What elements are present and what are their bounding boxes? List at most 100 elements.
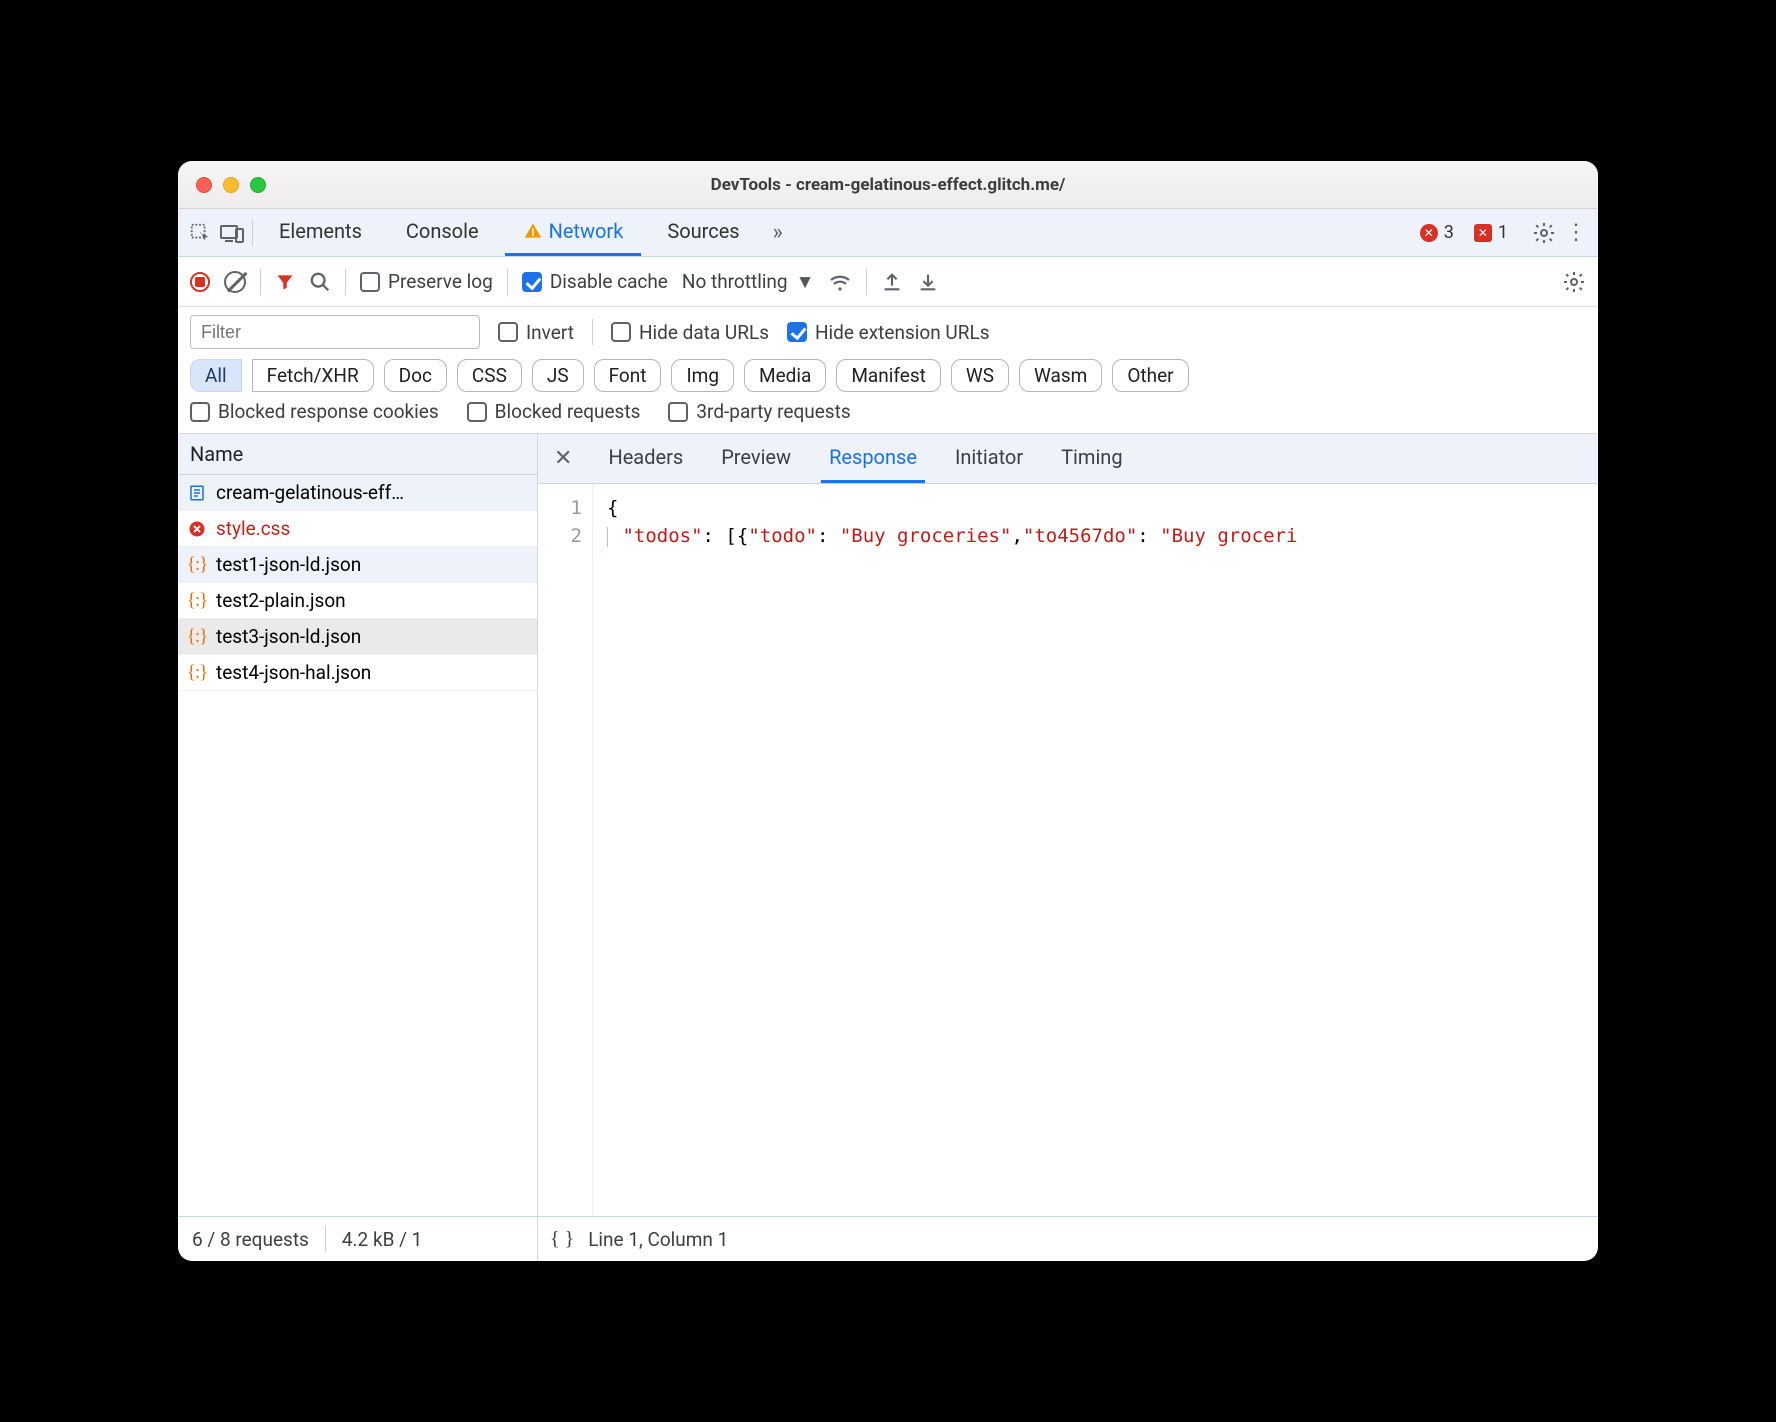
type-pill-js[interactable]: JS — [532, 359, 584, 392]
minimize-window[interactable] — [223, 177, 239, 193]
invert-toggle[interactable]: Invert — [498, 321, 574, 344]
type-pill-fetch[interactable]: Fetch/XHR — [252, 359, 374, 392]
error-count[interactable]: ✕ 3 — [1414, 222, 1460, 243]
type-pill-css[interactable]: CSS — [457, 359, 522, 392]
detail-tab-initiator[interactable]: Initiator — [947, 434, 1031, 483]
request-row[interactable]: {:}test2-plain.json — [178, 583, 537, 619]
request-row[interactable]: style.css — [178, 511, 537, 547]
line-gutter: 1 2 — [538, 484, 593, 1216]
preserve-log-toggle[interactable]: Preserve log — [360, 270, 493, 293]
search-icon[interactable] — [309, 271, 331, 293]
settings-icon[interactable] — [1532, 221, 1556, 245]
close-window[interactable] — [196, 177, 212, 193]
issue-number: 1 — [1498, 222, 1508, 243]
status-bar: 6 / 8 requests 4.2 kB / 1 { } Line 1, Co… — [178, 1216, 1598, 1261]
hide-extension-urls-toggle[interactable]: Hide extension URLs — [787, 321, 990, 344]
resource-type-row: All Fetch/XHR Doc CSS JS Font Img Media … — [178, 355, 1598, 400]
device-toggle-icon[interactable] — [220, 221, 244, 245]
throttling-value: No throttling — [682, 270, 788, 293]
tab-label: Sources — [667, 219, 739, 243]
request-list-panel: Name cream-gelatinous-eff…style.css{:}te… — [178, 434, 538, 1216]
chevron-down-icon: ▼ — [796, 270, 815, 294]
type-pill-other[interactable]: Other — [1112, 359, 1188, 392]
json-icon: {:} — [188, 664, 206, 682]
line-number: 1 — [538, 494, 582, 522]
type-pill-wasm[interactable]: Wasm — [1019, 359, 1102, 392]
code-token: : — [817, 525, 840, 547]
inspect-icon[interactable] — [188, 221, 212, 245]
type-pill-media[interactable]: Media — [744, 359, 826, 392]
detail-tab-headers[interactable]: Headers — [600, 434, 691, 483]
code-token: "Buy groceries" — [840, 525, 1012, 547]
throttling-select[interactable]: No throttling ▼ — [682, 270, 815, 294]
detail-tab-response[interactable]: Response — [821, 434, 925, 483]
type-pill-img[interactable]: Img — [671, 359, 734, 392]
record-button[interactable] — [190, 272, 210, 292]
request-row[interactable]: {:}test3-json-ld.json — [178, 619, 537, 655]
window-title: DevTools - cream-gelatinous-effect.glitc… — [178, 175, 1598, 195]
code-token: , — [1011, 525, 1022, 547]
doc-icon — [188, 484, 206, 502]
filter-row: Invert Hide data URLs Hide extension URL… — [178, 307, 1598, 355]
warning-icon — [523, 221, 543, 241]
request-row[interactable]: {:}test1-json-ld.json — [178, 547, 537, 583]
tab-sources[interactable]: Sources — [649, 209, 757, 256]
code-token: : [ — [703, 525, 737, 547]
json-icon: {:} — [188, 592, 206, 610]
close-detail-icon[interactable]: ✕ — [548, 446, 578, 471]
titlebar: DevTools - cream-gelatinous-effect.glitc… — [178, 161, 1598, 209]
transfer-size: 4.2 kB / 1 — [342, 1228, 423, 1251]
request-name: style.css — [216, 517, 290, 540]
detail-tabs: ✕ Headers Preview Response Initiator Tim… — [538, 434, 1598, 484]
code-body: { "todos": [{"todo": "Buy groceries","to… — [593, 484, 1297, 1216]
network-settings-icon[interactable] — [1562, 270, 1586, 294]
filter-toggle-icon[interactable] — [275, 272, 295, 292]
traffic-lights — [178, 177, 266, 193]
type-pill-doc[interactable]: Doc — [384, 359, 447, 392]
zoom-window[interactable] — [250, 177, 266, 193]
request-list: cream-gelatinous-eff…style.css{:}test1-j… — [178, 475, 537, 1216]
filter-input[interactable] — [190, 315, 480, 349]
tab-console[interactable]: Console — [388, 209, 497, 256]
tab-network[interactable]: Network — [505, 209, 642, 256]
braces-icon[interactable]: { } — [550, 1228, 574, 1251]
third-party-toggle[interactable]: 3rd-party requests — [668, 400, 850, 423]
blocked-requests-toggle[interactable]: Blocked requests — [467, 400, 641, 423]
blocked-cookies-toggle[interactable]: Blocked response cookies — [190, 400, 439, 423]
code-token: { — [737, 525, 748, 547]
type-pill-manifest[interactable]: Manifest — [836, 359, 941, 392]
detail-tab-preview[interactable]: Preview — [713, 434, 799, 483]
hide-data-urls-label: Hide data URLs — [639, 321, 769, 344]
request-name: test3-json-ld.json — [216, 625, 361, 648]
clear-button[interactable] — [224, 271, 246, 293]
extra-filters-row: Blocked response cookies Blocked request… — [178, 400, 1598, 434]
tab-elements[interactable]: Elements — [261, 209, 380, 256]
download-icon[interactable] — [917, 271, 939, 293]
code-token: : — [1137, 525, 1160, 547]
more-tabs-icon[interactable]: » — [766, 221, 790, 245]
request-row[interactable]: {:} test4-json-hal.json — [178, 655, 537, 691]
request-list-header[interactable]: Name — [178, 434, 537, 475]
disable-cache-toggle[interactable]: Disable cache — [522, 270, 668, 293]
kebab-icon[interactable]: ⋮ — [1564, 221, 1588, 245]
response-code[interactable]: 1 2 { "todos": [{"todo": "Buy groceries"… — [538, 484, 1598, 1216]
request-name: test1-json-ld.json — [216, 553, 361, 576]
type-pill-ws[interactable]: WS — [951, 359, 1009, 392]
hide-data-urls-toggle[interactable]: Hide data URLs — [611, 321, 769, 344]
line-number: 2 — [538, 522, 582, 550]
upload-icon[interactable] — [881, 271, 903, 293]
issue-count[interactable]: ✕ 1 — [1468, 222, 1514, 243]
code-token: { — [607, 497, 618, 519]
signal-icon[interactable] — [828, 271, 852, 293]
request-name: test4-json-hal.json — [216, 661, 371, 684]
code-token: "to4567do" — [1023, 525, 1137, 547]
detail-tab-timing[interactable]: Timing — [1053, 434, 1130, 483]
issue-icon: ✕ — [1474, 224, 1492, 242]
code-token: "todos" — [622, 525, 702, 547]
request-row[interactable]: cream-gelatinous-eff… — [178, 475, 537, 511]
type-pill-all[interactable]: All — [190, 359, 242, 392]
type-pill-font[interactable]: Font — [594, 359, 662, 392]
tab-label: Network — [549, 219, 624, 243]
blocked-requests-label: Blocked requests — [495, 400, 641, 423]
error-number: 3 — [1444, 222, 1454, 243]
